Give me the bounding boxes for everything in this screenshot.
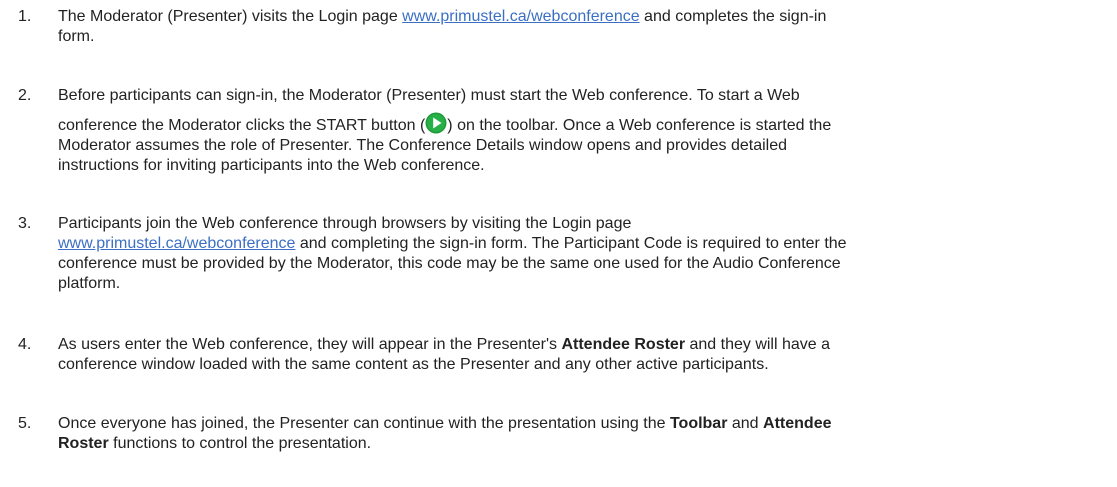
instruction-steps: 1. The Moderator (Presenter) visits the … xyxy=(0,0,1117,487)
step-text-segment: ) on the toolbar. Once a Web conference … xyxy=(447,117,832,134)
step-text-segment: The Moderator (Presenter) visits the Log… xyxy=(58,8,403,25)
roster-term: Roster xyxy=(58,435,109,452)
webconference-link[interactable]: www.primustel.ca/webconference xyxy=(402,8,639,25)
step-text: Before participants can sign-in, the Mod… xyxy=(58,86,1107,176)
step-text: Participants join the Web conference thr… xyxy=(58,214,1107,294)
step-text-segment: conference must be provided by the Moder… xyxy=(58,255,841,272)
step-text-segment: As users enter the Web conference, they … xyxy=(58,336,562,353)
step-number: 1. xyxy=(18,8,32,25)
step-text: As users enter the Web conference, they … xyxy=(58,335,1107,375)
step-number: 5. xyxy=(18,415,32,432)
step-text-segment: and completes the sign-in xyxy=(639,8,827,25)
step-text: Once everyone has joined, the Presenter … xyxy=(58,414,1107,454)
step-text-segment: instructions for inviting participants i… xyxy=(58,157,485,174)
step-text-segment: conference the Moderator clicks the STAR… xyxy=(58,117,426,134)
attendee-roster-term: Attendee Roster xyxy=(561,336,686,353)
step-text-segment: conference window loaded with the same c… xyxy=(58,356,769,373)
step-text-segment: Once everyone has joined, the Presenter … xyxy=(58,415,670,432)
step-text-segment: form. xyxy=(58,28,95,45)
step-number: 4. xyxy=(18,336,32,353)
start-play-icon xyxy=(425,112,447,134)
step-text-segment: functions to control the presentation. xyxy=(108,435,372,452)
step-text-segment: and completing the sign-in form. The Par… xyxy=(295,235,847,252)
webconference-link[interactable]: www.primustel.ca/webconference xyxy=(58,235,295,252)
attendee-term: Attendee xyxy=(763,415,832,432)
step-text-segment: and they will have a xyxy=(685,336,831,353)
step-text-segment: Participants join the Web conference thr… xyxy=(58,215,632,232)
step-text-segment: Moderator assumes the role of Presenter.… xyxy=(58,137,788,154)
step-text-segment: Before participants can sign-in, the Mod… xyxy=(58,87,800,104)
step-number: 3. xyxy=(18,215,32,232)
toolbar-term: Toolbar xyxy=(669,415,728,432)
step-text-segment: platform. xyxy=(58,275,121,292)
step-text-segment: and xyxy=(727,415,764,432)
step-text: The Moderator (Presenter) visits the Log… xyxy=(58,7,1107,47)
step-number: 2. xyxy=(18,87,32,104)
